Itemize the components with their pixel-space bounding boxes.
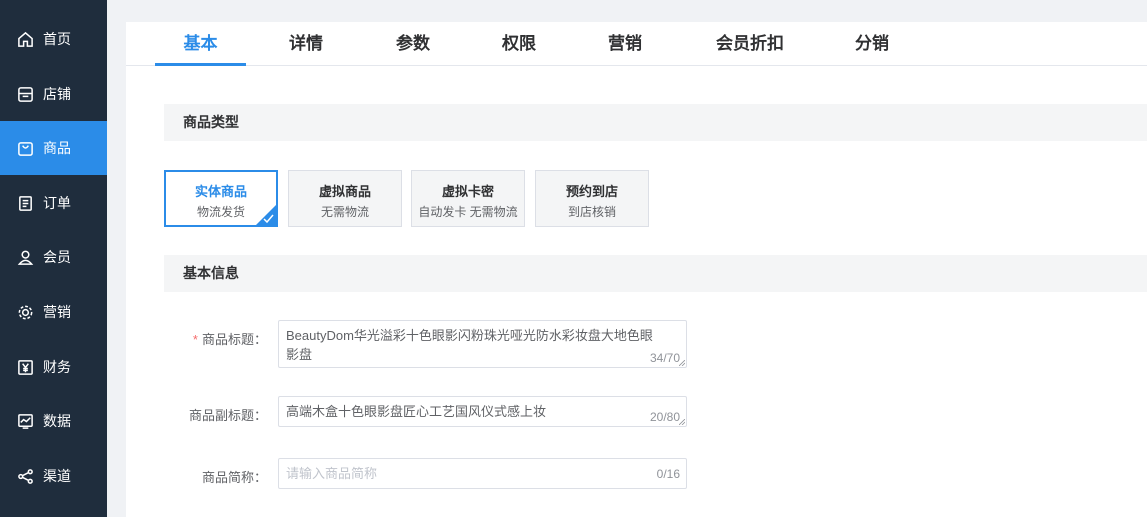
sidebar-item-data[interactable]: 数据: [0, 394, 107, 448]
sidebar-item-members[interactable]: 会员: [0, 230, 107, 284]
order-icon: [19, 195, 32, 211]
tab-active-indicator: [155, 63, 246, 66]
type-card-virtual[interactable]: 虚拟商品 无需物流: [288, 170, 402, 227]
resize-handle-icon[interactable]: [679, 419, 685, 425]
tab-bar: 基本 详情 参数 权限 营销 会员折扣 分销: [126, 22, 1147, 66]
type-card-subtitle: 到店核销: [567, 205, 616, 219]
store-icon: [18, 86, 33, 102]
title-value: BeautyDom华光溢彩十色眼影闪粉珠光哑光防水彩妆盘大地色眼影盘: [286, 328, 653, 362]
sidebar-item-label: 财务: [43, 359, 71, 375]
resize-handle-icon[interactable]: [679, 360, 685, 366]
sidebar-item-label: 会员: [43, 249, 71, 265]
subtitle-textarea[interactable]: 高端木盒十色眼影盘匠心工艺国风仪式感上妆 20/80: [278, 396, 687, 427]
yen-icon: [18, 359, 33, 375]
sidebar-item-label: 渠道: [43, 468, 71, 484]
subtitle-char-count: 20/80: [649, 410, 680, 424]
type-card-physical[interactable]: 实体商品 物流发货: [164, 170, 278, 227]
tab-permissions[interactable]: 权限: [479, 22, 559, 66]
home-icon: [18, 31, 33, 47]
tab-distribution[interactable]: 分销: [832, 22, 912, 66]
gear-icon: [18, 305, 33, 319]
short-name-placeholder: 请输入商品简称: [286, 466, 378, 481]
sidebar-item-orders[interactable]: 订单: [0, 176, 107, 230]
short-name-char-count: 0/16: [656, 467, 680, 481]
type-card-subtitle: 自动发卡 无需物流: [418, 205, 518, 219]
tab-member-discount[interactable]: 会员折扣: [700, 22, 800, 66]
sidebar-item-home[interactable]: 首页: [0, 12, 107, 66]
sidebar-item-label: 店铺: [43, 86, 71, 102]
title-label: * 商品标题：: [192, 332, 267, 347]
sidebar: 首页 店铺 商品 订单 会员 营销 财务 数据 渠道: [0, 0, 107, 517]
type-card-title: 实体商品: [194, 184, 247, 199]
section-product-type: 商品类型: [164, 104, 1147, 141]
tab-marketing[interactable]: 营销: [585, 22, 665, 66]
sidebar-item-label: 订单: [43, 195, 71, 211]
short-name-input[interactable]: 请输入商品简称 0/16: [278, 458, 687, 489]
required-mark: *: [192, 332, 198, 347]
type-card-title: 虚拟商品: [318, 184, 371, 199]
chart-icon: [18, 413, 33, 429]
sidebar-item-label: 商品: [43, 140, 71, 156]
bag-icon: [18, 141, 33, 156]
type-card-reservation[interactable]: 预约到店 到店核销: [535, 170, 649, 227]
sidebar-item-label: 数据: [43, 413, 71, 429]
share-icon: [18, 468, 33, 484]
subtitle-value: 高端木盒十色眼影盘匠心工艺国风仪式感上妆: [286, 404, 547, 419]
type-card-title: 虚拟卡密: [441, 184, 494, 199]
section-basic-info: 基本信息: [164, 255, 1147, 292]
sidebar-item-marketing[interactable]: 营销: [0, 285, 107, 339]
type-card-title: 预约到店: [565, 184, 618, 199]
type-card-card-key[interactable]: 虚拟卡密 自动发卡 无需物流: [411, 170, 525, 227]
subtitle-label: 商品副标题：: [188, 408, 267, 423]
type-card-subtitle: 无需物流: [320, 205, 369, 219]
top-bar: [107, 0, 1147, 22]
sidebar-item-channels[interactable]: 渠道: [0, 449, 107, 503]
title-char-count: 34/70: [649, 351, 680, 365]
sidebar-item-products[interactable]: 商品: [0, 121, 107, 175]
check-icon: [263, 214, 274, 223]
sidebar-item-label: 首页: [43, 31, 71, 47]
title-textarea[interactable]: BeautyDom华光溢彩十色眼影闪粉珠光哑光防水彩妆盘大地色眼影盘 34/70: [278, 320, 687, 368]
product-edit-panel: 基本 详情 参数 权限 营销 会员折扣 分销 商品类型 实体商品 物流发货 虚拟…: [126, 22, 1147, 517]
tab-params[interactable]: 参数: [373, 22, 453, 66]
sidebar-item-label: 营销: [43, 304, 71, 320]
user-icon: [17, 250, 34, 265]
tab-basic[interactable]: 基本: [155, 22, 246, 66]
short-name-label: 商品简称：: [201, 470, 267, 485]
sidebar-item-store[interactable]: 店铺: [0, 67, 107, 121]
tab-details[interactable]: 详情: [266, 22, 346, 66]
sidebar-item-finance[interactable]: 财务: [0, 340, 107, 394]
